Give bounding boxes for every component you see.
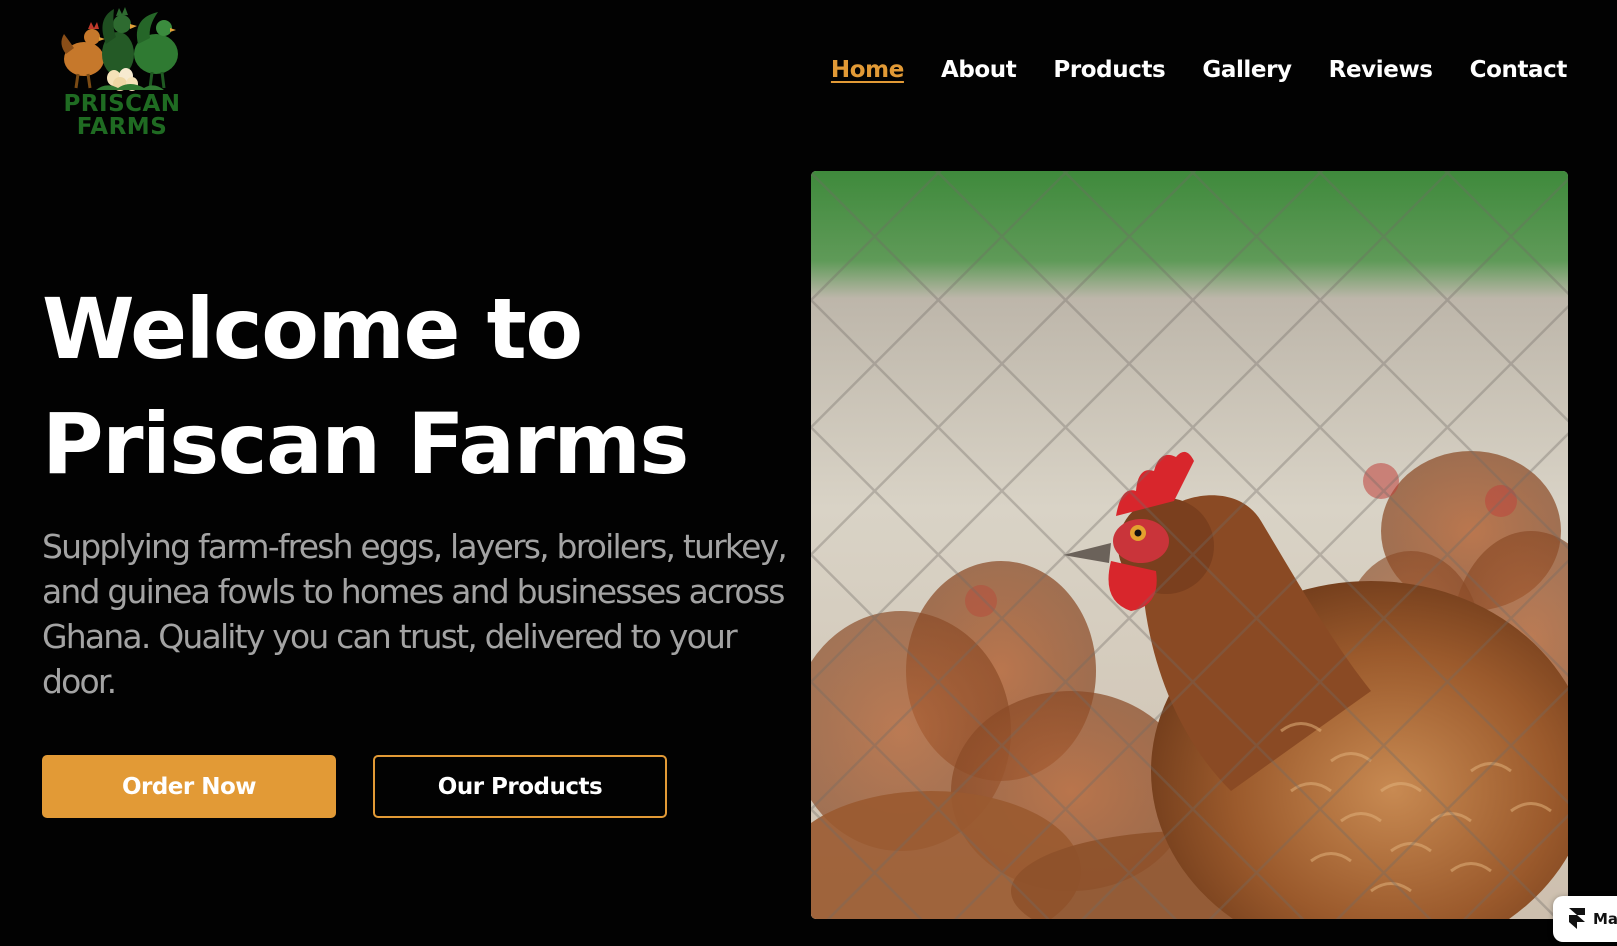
nav-link-about[interactable]: About (941, 54, 1017, 86)
order-now-button[interactable]: Order Now (42, 755, 336, 818)
logo-text-farms: FARMS (76, 114, 168, 140)
page: PRISCAN FARMS Home About Products Galler… (0, 0, 1617, 946)
nav-link-products[interactable]: Products (1053, 54, 1165, 86)
nav-link-home[interactable]: Home (831, 54, 904, 86)
hen-behind-wire-fence-photo (811, 171, 1568, 919)
hero-hen-image (811, 171, 1568, 919)
nav-link-reviews[interactable]: Reviews (1329, 54, 1433, 86)
framer-icon (1569, 908, 1585, 929)
nav-link-gallery[interactable]: Gallery (1202, 54, 1292, 86)
brand-logo[interactable]: PRISCAN FARMS (56, 4, 188, 140)
hero-title-line2: Priscan Farms (42, 395, 689, 493)
hero-title-line1: Welcome to (42, 280, 583, 378)
made-in-framer-badge[interactable]: Ma (1553, 896, 1617, 942)
hero-subtitle: Supplying farm-fresh eggs, layers, broil… (42, 527, 788, 701)
badge-label: Ma (1593, 910, 1617, 928)
our-products-button[interactable]: Our Products (373, 755, 667, 818)
main-nav: Home About Products Gallery Reviews Cont… (831, 54, 1567, 86)
hero-title: Welcome to Priscan Farms (42, 272, 782, 502)
nav-link-contact[interactable]: Contact (1470, 54, 1568, 86)
chickens-and-eggs-logo-icon (61, 7, 178, 91)
